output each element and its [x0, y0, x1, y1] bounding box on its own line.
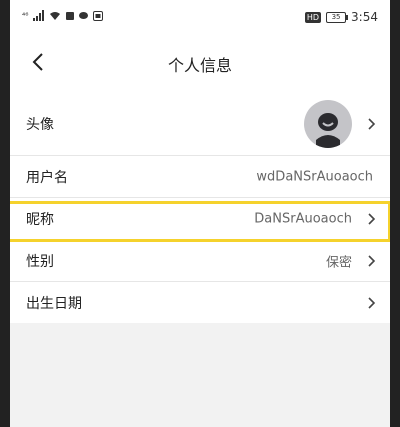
- battery-icon: 35: [326, 11, 349, 23]
- username-label: 用户名: [26, 169, 68, 186]
- avatar-row[interactable]: 头像: [10, 92, 390, 156]
- network-type: ⁴⁶: [22, 11, 29, 20]
- nickname-row[interactable]: 昵称 DaNSrAuoaoch: [10, 198, 390, 240]
- wifi-icon: [50, 11, 61, 20]
- nickname-label: 昵称: [26, 211, 54, 228]
- birthday-row[interactable]: 出生日期: [10, 282, 390, 323]
- birthday-label: 出生日期: [26, 295, 82, 312]
- chevron-right-icon: [368, 117, 376, 130]
- chevron-right-icon: [368, 212, 376, 225]
- status-left: ⁴⁶: [22, 10, 104, 21]
- avatar-icon: [316, 112, 340, 148]
- avatar[interactable]: [304, 99, 352, 148]
- avatar-label: 头像: [26, 116, 54, 133]
- gender-label: 性别: [26, 253, 54, 270]
- battery-level: 35: [331, 12, 341, 21]
- chevron-right-icon: [368, 254, 376, 267]
- chevron-right-icon: [368, 296, 376, 309]
- sim-icon: [93, 10, 104, 21]
- profile-list: 头像 用户名 wdDaNSrAuoaoch 昵称 DaNSrAuoaoch 性别…: [10, 92, 390, 323]
- page-title: 个人信息: [167, 56, 232, 75]
- username-row: 用户名 wdDaNSrAuoaoch: [10, 156, 390, 198]
- status-right: HD 35 3:54: [304, 10, 378, 24]
- status-time: 3:54: [351, 10, 378, 24]
- hd-badge: HD: [304, 11, 322, 23]
- nav-bar: 个人信息: [10, 34, 390, 92]
- message-icon: [79, 12, 89, 19]
- nickname-value: DaNSrAuoaoch: [254, 211, 352, 226]
- status-bar: ⁴⁶ HD 35 3:54: [10, 0, 390, 34]
- gender-value: 保密: [325, 255, 352, 270]
- app-notification-icon: [66, 11, 75, 20]
- gender-row[interactable]: 性别 保密: [10, 240, 390, 282]
- signal-icon: [33, 10, 45, 21]
- screen: ⁴⁶ HD 35 3:54 个人信息 头像 用户名 wdDaNSrAuoaoch…: [10, 0, 390, 427]
- username-value: wdDaNSrAuoaoch: [256, 169, 373, 184]
